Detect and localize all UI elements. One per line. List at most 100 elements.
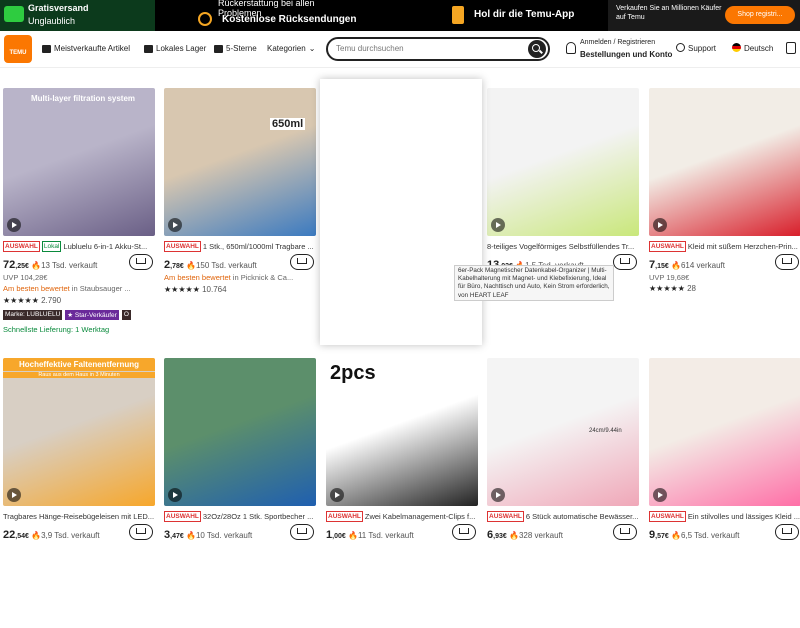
language-selector[interactable]: Deutsch xyxy=(732,43,773,53)
product-title[interactable]: Tragbares Hänge-Reisebügeleisen mit LED.… xyxy=(3,512,154,521)
product-card[interactable]: 650ml AUSWAHL 1 Stk., 650ml/1000ml Tragbar… xyxy=(164,88,319,358)
product-title-row[interactable]: 8-teiliges Vogelförmiges Selbstfüllendes… xyxy=(487,241,642,252)
add-to-cart-button[interactable] xyxy=(129,254,153,270)
rating[interactable]: ★★★★★ 10.764 xyxy=(164,285,227,294)
nav-five-stars[interactable]: 5-Sterne xyxy=(214,44,257,53)
product-title[interactable]: Kleid mit süßem Herzchen-Prin... xyxy=(688,242,798,251)
product-title-row[interactable]: AUSWAHL 6 Stück automatische Bewässer... xyxy=(487,511,642,522)
product-card[interactable]: Multi-layer filtration system AUSWAHL Loka… xyxy=(3,88,158,358)
best-rated-category: in Staubsauger ... xyxy=(69,284,131,293)
play-video-icon[interactable] xyxy=(491,218,505,232)
best-rated-label: Am besten bewertet xyxy=(3,284,70,293)
add-to-cart-button[interactable] xyxy=(775,254,799,270)
support-link[interactable]: Support xyxy=(676,43,716,53)
product-title[interactable]: Zwei Kabelmanagement-Clips f... xyxy=(365,512,475,521)
orders-account-text: Bestellungen und Konto xyxy=(580,50,673,59)
price-main: 72 xyxy=(3,259,16,271)
temu-logo[interactable]: TEMU xyxy=(4,35,32,63)
search-icon[interactable] xyxy=(528,40,546,58)
price-decimal: ,54€ xyxy=(15,533,29,540)
play-video-icon[interactable] xyxy=(653,218,667,232)
product-image[interactable] xyxy=(649,88,800,236)
product-title-row[interactable]: AUSWAHL 1 Stk., 650ml/1000ml Tragbare ... xyxy=(164,241,319,252)
play-video-icon[interactable] xyxy=(168,488,182,502)
product-title-tooltip: 6er-Pack Magnetischer Datenkabel-Organiz… xyxy=(454,265,614,301)
play-video-icon[interactable] xyxy=(491,488,505,502)
product-image[interactable] xyxy=(164,358,316,506)
nav-bestsellers[interactable]: Meistverkaufte Artikel xyxy=(42,44,130,53)
product-title-row[interactable]: AUSWAHL Lokal Lubluelu 6-in-1 Akku-St... xyxy=(3,241,158,252)
brand-chip[interactable]: ★ Star-Verkäufer xyxy=(65,310,119,320)
nav-categories[interactable]: Kategorien ⌄ xyxy=(267,44,315,53)
add-to-cart-button[interactable] xyxy=(452,524,476,540)
product-title[interactable]: 1 Stk., 650ml/1000ml Tragbare ... xyxy=(203,242,314,251)
product-image[interactable] xyxy=(649,358,800,506)
price-row: 3,47€ 🔥10 Tsd. verkauft xyxy=(164,529,294,541)
account-menu[interactable]: Anmelden / Registrieren Bestellungen und… xyxy=(566,37,672,63)
product-image[interactable]: 650ml xyxy=(164,88,316,236)
product-card[interactable]: 24cm/9.44in AUSWAHL 6 Stück automatische B… xyxy=(487,358,642,628)
hover-card-shadow xyxy=(320,79,482,345)
product-card[interactable]: Hocheffektive Faltenentfernung Raus aus d… xyxy=(3,358,158,628)
search-input[interactable]: Temu durchsuchen xyxy=(336,44,404,53)
price-decimal: ,57€ xyxy=(655,533,669,540)
product-title[interactable]: 32Oz/28Oz 1 Stk. Sportbecher ... xyxy=(203,512,313,521)
review-count: 2.790 xyxy=(41,296,62,305)
search-bar[interactable]: Temu durchsuchen xyxy=(326,37,550,61)
add-to-cart-button[interactable] xyxy=(613,254,637,270)
play-video-icon[interactable] xyxy=(168,218,182,232)
seller-text: Verkaufen Sie an Millionen Käufer auf Te… xyxy=(616,5,722,21)
extra-chip[interactable]: O xyxy=(121,310,131,320)
product-title[interactable]: Ein stilvolles und lässiges Kleid ... xyxy=(688,512,800,521)
product-title-row[interactable]: AUSWAHL 32Oz/28Oz 1 Stk. Sportbecher ... xyxy=(164,511,319,522)
product-title[interactable]: 8-teiliges Vogelförmiges Selbstfüllendes… xyxy=(487,242,634,251)
sold-count: 150 Tsd. verkauft xyxy=(195,261,257,270)
seller-chip[interactable]: Marke: LUBLUELU xyxy=(3,310,63,320)
product-image[interactable]: 2pcs xyxy=(326,358,478,506)
truck-icon xyxy=(144,44,153,53)
product-card[interactable]: 8-teiliges Vogelförmiges Selbstfüllendes… xyxy=(487,88,642,358)
product-card[interactable]: AUSWAHL 32Oz/28Oz 1 Stk. Sportbecher ... 3… xyxy=(164,358,319,628)
image-caption: Multi-layer filtration system xyxy=(31,94,136,103)
product-title-row[interactable]: AUSWAHL Ein stilvolles und lässiges Kleid… xyxy=(649,511,800,522)
play-video-icon[interactable] xyxy=(330,488,344,502)
selection-badge: AUSWAHL xyxy=(164,241,201,252)
product-image[interactable]: Multi-layer filtration system xyxy=(3,88,155,236)
add-to-cart-button[interactable] xyxy=(775,524,799,540)
product-image[interactable]: Hocheffektive Faltenentfernung Raus aus d… xyxy=(3,358,155,506)
play-video-icon[interactable] xyxy=(7,488,21,502)
product-image[interactable] xyxy=(487,88,639,236)
selection-badge: AUSWAHL xyxy=(3,241,40,252)
returns-banner[interactable]: Rückerstattung bei allen Problemen Koste… xyxy=(190,0,360,31)
cart-icon[interactable] xyxy=(786,42,796,54)
product-card[interactable]: AUSWAHL Ein stilvolles und lässiges Kleid… xyxy=(649,358,800,628)
shop-register-button[interactable]: Shop registri... xyxy=(725,6,795,24)
rating-stars: ★★★★★ xyxy=(164,285,200,294)
sign-in-text: Anmelden / Registrieren xyxy=(580,39,656,46)
product-title[interactable]: Lubluelu 6-in-1 Akku-St... xyxy=(63,242,147,251)
best-rated-line[interactable]: Am besten bewertet in Staubsauger ... xyxy=(3,284,163,293)
rating[interactable]: ★★★★★ 28 xyxy=(649,284,696,293)
product-title-row[interactable]: AUSWAHL Zwei Kabelmanagement-Clips f... xyxy=(326,511,481,522)
best-rated-line[interactable]: Am besten bewertet in Picknick & Ca... xyxy=(164,273,324,282)
product-card[interactable]: 2pcs AUSWAHL Zwei Kabelmanagement-Clips f.… xyxy=(326,358,481,628)
add-to-cart-button[interactable] xyxy=(290,254,314,270)
fire-icon: 🔥 xyxy=(670,261,681,270)
play-video-icon[interactable] xyxy=(653,488,667,502)
add-to-cart-button[interactable] xyxy=(290,524,314,540)
price-decimal: ,93€ xyxy=(493,533,507,540)
rating[interactable]: ★★★★★ 2.790 xyxy=(3,296,61,305)
free-shipping-banner[interactable]: Gratisversand Unglaublich xyxy=(0,0,155,31)
play-video-icon[interactable] xyxy=(7,218,21,232)
app-banner[interactable]: Hol dir die Temu-App xyxy=(448,0,608,31)
product-title-row[interactable]: AUSWAHL Kleid mit süßem Herzchen-Prin... xyxy=(649,241,800,252)
add-to-cart-button[interactable] xyxy=(129,524,153,540)
price: 1,00€ xyxy=(326,529,346,541)
product-title[interactable]: 6 Stück automatische Bewässer... xyxy=(526,512,639,521)
product-image[interactable]: 24cm/9.44in xyxy=(487,358,639,506)
nav-local-warehouse[interactable]: Lokales Lager xyxy=(144,44,206,53)
add-to-cart-button[interactable] xyxy=(613,524,637,540)
image-caption: 650ml xyxy=(270,118,306,130)
product-card[interactable]: AUSWAHL Kleid mit süßem Herzchen-Prin... 7… xyxy=(649,88,800,358)
product-title-row[interactable]: Tragbares Hänge-Reisebügeleisen mit LED.… xyxy=(3,511,158,522)
